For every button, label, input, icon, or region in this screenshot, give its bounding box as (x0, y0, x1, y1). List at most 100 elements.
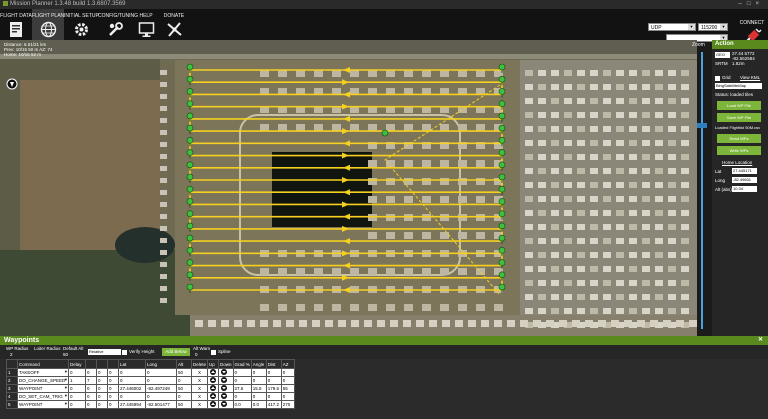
cell-lng[interactable]: -82.497249 (145, 384, 177, 393)
column-header[interactable]: Dist (265, 359, 282, 369)
command-select[interactable]: WAYPOINT ▾ (17, 384, 69, 393)
delete-button[interactable]: X (190, 400, 209, 409)
column-header[interactable]: Long (145, 359, 177, 369)
cell-lng[interactable]: 0 (145, 376, 177, 385)
cell-az[interactable]: 0 (280, 376, 295, 385)
column-header[interactable]: AZ (280, 359, 295, 369)
verify-height-checkbox[interactable] (122, 350, 127, 355)
table-row[interactable]: 5 WAYPOINT ▾ 0 0 0 0 27.445994 -82.501477 50 X 0.0 0… (6, 400, 295, 409)
cell-p1[interactable]: 1 (68, 376, 86, 385)
cell-p4[interactable]: 0 (107, 400, 119, 409)
cell-p1[interactable]: 0 (68, 368, 86, 377)
home-location-label[interactable]: Home Location (722, 160, 752, 165)
cell-p1[interactable]: 0 (68, 384, 86, 393)
column-header[interactable]: Lat (118, 359, 146, 369)
table-row[interactable]: 1 TAKEOFF ▾ 0 0 0 0 0 0 50 X 0 0 0 0 (6, 368, 295, 377)
cell-p2[interactable]: 0 (85, 400, 97, 409)
down-button[interactable] (218, 400, 234, 409)
wp-radius-value[interactable]: 2 (10, 352, 13, 357)
cell-p2[interactable]: 0 (85, 392, 97, 401)
cell-p4[interactable]: 0 (107, 384, 119, 393)
default-alt-value[interactable]: 50 (63, 352, 68, 357)
cell-grad[interactable]: 27.6 (232, 384, 252, 393)
cell-p2[interactable]: 0 (85, 368, 97, 377)
frame-select[interactable]: GEO (715, 52, 730, 58)
home-marker[interactable] (381, 129, 389, 137)
cell-lat[interactable]: 0 (118, 368, 146, 377)
collapse-icon[interactable]: ✕ (758, 336, 763, 345)
cell-p4[interactable]: 0 (107, 376, 119, 385)
column-header[interactable] (85, 359, 97, 369)
cell-lat[interactable]: 27.445994 (118, 400, 146, 409)
menu-help[interactable]: HELP (132, 9, 160, 40)
alt-frame-select[interactable]: Relative (88, 349, 121, 355)
column-header[interactable]: Command (17, 359, 69, 369)
cell-p3[interactable]: 0 (96, 400, 108, 409)
up-button[interactable] (207, 400, 220, 409)
cell-p1[interactable]: 0 (68, 400, 86, 409)
read-wps-button[interactable]: Read WPs (717, 134, 761, 143)
cell-alt[interactable]: 50 (176, 384, 192, 393)
satellite-map[interactable] (0, 40, 697, 336)
cell-az[interactable]: 0 (280, 368, 295, 377)
cell-alt[interactable]: 50 (176, 368, 192, 377)
cell-grad[interactable]: 0 (232, 376, 252, 385)
down-button[interactable] (218, 376, 234, 385)
cell-dist[interactable]: 0 (265, 376, 282, 385)
menu-flight-data[interactable]: FLIGHT DATA (0, 9, 32, 40)
cell-grad[interactable]: 0 (232, 368, 252, 377)
window-controls[interactable]: –□× (739, 0, 764, 9)
menu-config-tuning[interactable]: CONFIG/TUNING (98, 9, 138, 40)
cell-az[interactable]: 0 (280, 392, 295, 401)
cell-dist[interactable]: 417.2 (265, 400, 282, 409)
cell-angle[interactable]: 0 (250, 376, 267, 385)
down-button[interactable] (218, 384, 234, 393)
column-header[interactable] (6, 359, 18, 369)
cell-alt[interactable]: 0 (176, 392, 192, 401)
cell-lng[interactable]: 0 (145, 368, 177, 377)
port-select[interactable]: UDP ▼ (648, 23, 696, 31)
column-header[interactable]: Delay (68, 359, 86, 369)
cell-az[interactable]: 55 (280, 384, 295, 393)
table-row[interactable]: 4 DO_SET_CAM_TRIG ▾ 0 0 0 0 0 0 0 X 0 0 0 0 (6, 392, 295, 401)
save-wp-file-button[interactable]: Save WP File (717, 113, 761, 122)
column-header[interactable]: Alt (176, 359, 192, 369)
command-select[interactable]: TAKEOFF ▾ (17, 368, 69, 377)
grid-checkbox[interactable] (715, 76, 720, 81)
cell-p3[interactable]: 0 (96, 384, 108, 393)
column-header[interactable] (107, 359, 119, 369)
menu-flight-plan[interactable]: FLIGHT PLAN (32, 9, 64, 40)
map-type-select[interactable]: BingSatelliteMap (715, 83, 762, 89)
down-button[interactable] (218, 392, 234, 401)
up-button[interactable] (207, 376, 220, 385)
cell-dist[interactable]: 0 (265, 392, 282, 401)
column-header[interactable] (96, 359, 108, 369)
cell-p3[interactable]: 0 (96, 392, 108, 401)
home-lat-input[interactable]: 27.445171 (732, 168, 757, 174)
column-header[interactable]: Angle (250, 359, 267, 369)
cell-alt[interactable]: 0 (176, 376, 192, 385)
cell-angle[interactable]: 0.0 (250, 400, 267, 409)
cell-dist[interactable]: 0 (265, 368, 282, 377)
home-alt-input[interactable]: 10.34 (732, 186, 757, 192)
zoom-slider-thumb[interactable] (697, 123, 707, 128)
cell-p3[interactable]: 0 (96, 368, 108, 377)
cell-angle[interactable]: 15.5 (250, 384, 267, 393)
cell-angle[interactable]: 0 (250, 392, 267, 401)
cell-grad[interactable]: 0.0 (232, 400, 252, 409)
up-button[interactable] (207, 384, 220, 393)
cell-p4[interactable]: 0 (107, 392, 119, 401)
add-below-button[interactable]: Add Below (162, 348, 190, 356)
cell-p3[interactable]: 0 (96, 376, 108, 385)
column-header[interactable]: Down (218, 359, 234, 369)
column-header[interactable]: Grad % (232, 359, 252, 369)
command-select[interactable]: DO_CHANGE_SPEED ▾ (17, 376, 69, 385)
cell-az[interactable]: 270 (280, 400, 295, 409)
column-header[interactable]: Delete (190, 359, 209, 369)
cell-lat[interactable]: 0 (118, 376, 146, 385)
up-button[interactable] (207, 368, 220, 377)
cell-p4[interactable]: 0 (107, 368, 119, 377)
cell-lat[interactable]: 27.446002 (118, 384, 146, 393)
cell-lat[interactable]: 0 (118, 392, 146, 401)
cell-lng[interactable]: 0 (145, 392, 177, 401)
